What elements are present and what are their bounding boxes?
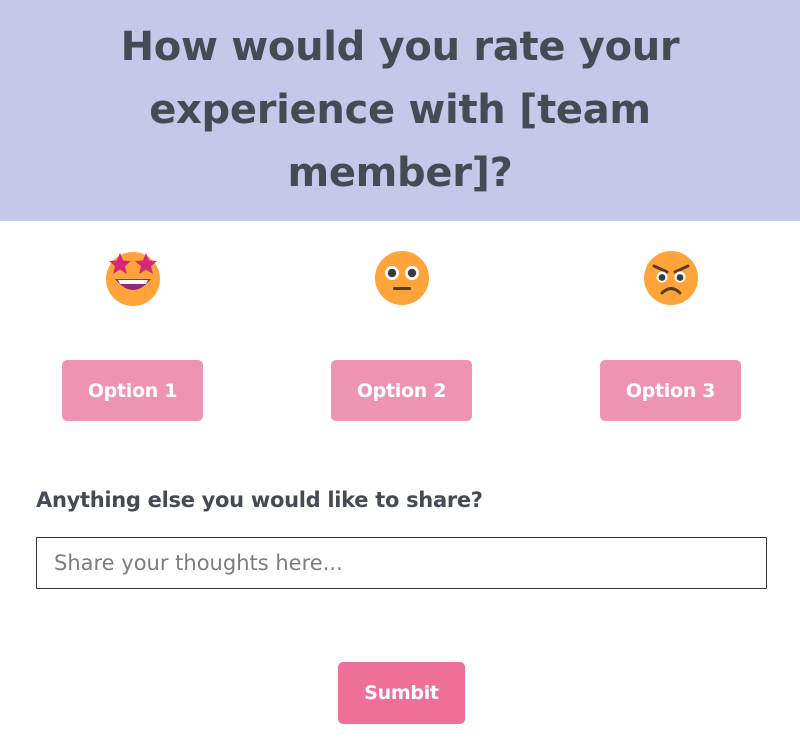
star-struck-emoji-icon	[106, 252, 160, 306]
option-2-group: Option 2	[331, 221, 472, 431]
submit-button[interactable]: Sumbit	[338, 662, 465, 724]
header-banner: How would you rate your experience with …	[0, 0, 800, 221]
angry-face-emoji-icon	[644, 251, 698, 305]
option-1-button[interactable]: Option 1	[62, 360, 203, 421]
rating-options: Option 1 Option 2 Option 3	[0, 221, 800, 431]
option-3-group: Option 3	[600, 221, 741, 431]
neutral-face-emoji-icon	[375, 251, 429, 305]
feedback-text-input[interactable]	[36, 537, 767, 589]
option-1-group: Option 1	[62, 221, 203, 431]
option-2-button[interactable]: Option 2	[331, 360, 472, 421]
feedback-question-label: Anything else you would like to share?	[36, 488, 483, 512]
option-3-button[interactable]: Option 3	[600, 360, 741, 421]
page-title: How would you rate your experience with …	[120, 24, 680, 196]
